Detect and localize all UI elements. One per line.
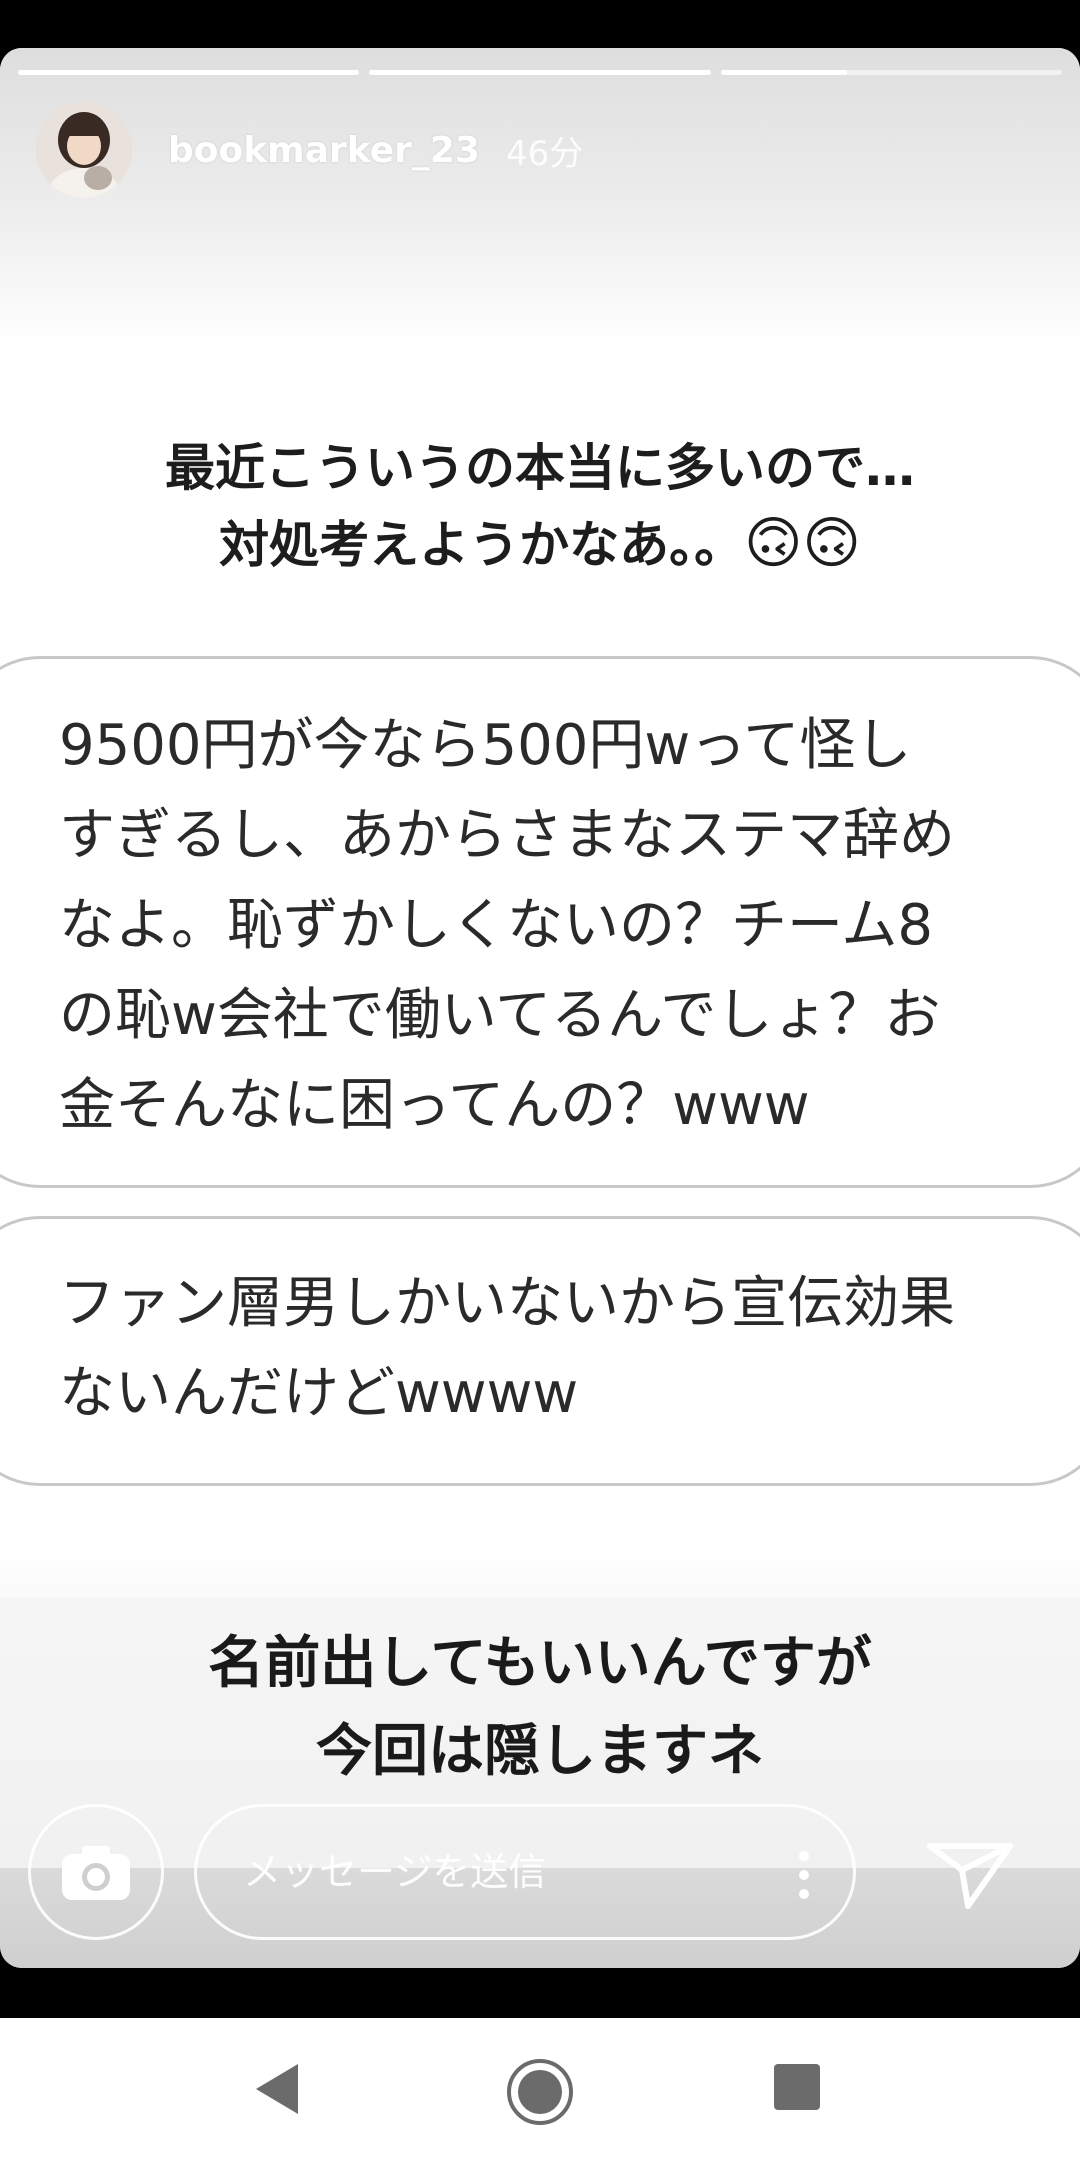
avatar[interactable] <box>36 102 132 198</box>
bubble-line: 金そんなに困ってんの？www <box>59 1073 810 1138</box>
message-placeholder: メッセージを送信 <box>243 1850 547 1894</box>
message-input[interactable]: メッセージを送信 <box>194 1804 856 1940</box>
caption-line: 最近こういうの本当に多いので… <box>165 439 915 497</box>
upside-down-face-emoji: 🙃🙃 <box>744 511 861 576</box>
home-circle-icon[interactable] <box>506 2058 574 2126</box>
story-header: bookmarker_23 46分 <box>36 100 583 200</box>
send-icon[interactable] <box>922 1824 1018 1920</box>
bubble-line: 9500円が今なら500円wって怪し <box>59 713 912 778</box>
progress-segment <box>720 70 1062 75</box>
bubble-line: の恥w会社で働いてるんでしょ？お <box>59 983 941 1048</box>
back-triangle-icon[interactable] <box>252 2062 300 2116</box>
bubble-line: なよ。恥ずかしくないの？チーム8 <box>59 893 933 958</box>
progress-segment <box>18 70 360 75</box>
progress-segment <box>369 70 711 75</box>
overlay-text: 今回は隠しますネ <box>316 1719 764 1784</box>
bubble-text: 9500円が今なら500円wって怪し すぎるし、あからさまなステマ辞め なよ。恥… <box>59 701 1047 1151</box>
camera-icon <box>62 1846 130 1900</box>
more-vertical-icon[interactable] <box>799 1851 809 1899</box>
bubble-line: ないんだけどwwww <box>59 1361 579 1426</box>
story-viewer[interactable]: bookmarker_23 46分 最近こういうの本当に多いので… 対処考えよう… <box>0 48 1080 1968</box>
progress-fill <box>720 70 847 75</box>
bubble-text: ファン層男しかいないから宣伝効果 ないんだけどwwww <box>59 1259 1047 1439</box>
bubble-line: すぎるし、あからさまなステマ辞め <box>59 803 955 868</box>
progress-fill <box>369 70 711 75</box>
caption-text: 対処考えようかなあ。。 <box>219 516 745 574</box>
avatar-image <box>36 102 132 198</box>
camera-button[interactable] <box>28 1804 164 1940</box>
bubble-line: ファン層男しかいないから宣伝効果 <box>59 1271 955 1336</box>
system-nav-bar <box>0 2018 1080 2160</box>
post-time: 46分 <box>505 133 584 174</box>
username[interactable]: bookmarker_23 <box>168 130 480 171</box>
progress-fill <box>18 70 360 75</box>
caption-line: 対処考えようかなあ。。🙃🙃 <box>0 506 1080 583</box>
overlay-text: 名前出してもいいんですが <box>208 1631 872 1696</box>
message-bubble: ファン層男しかいないから宣伝効果 ないんだけどwwww <box>0 1216 1080 1486</box>
story-progress-bar <box>18 70 1062 75</box>
recents-square-icon[interactable] <box>774 2064 820 2110</box>
message-bubble: 9500円が今なら500円wって怪し すぎるし、あからさまなステマ辞め なよ。恥… <box>0 656 1080 1188</box>
